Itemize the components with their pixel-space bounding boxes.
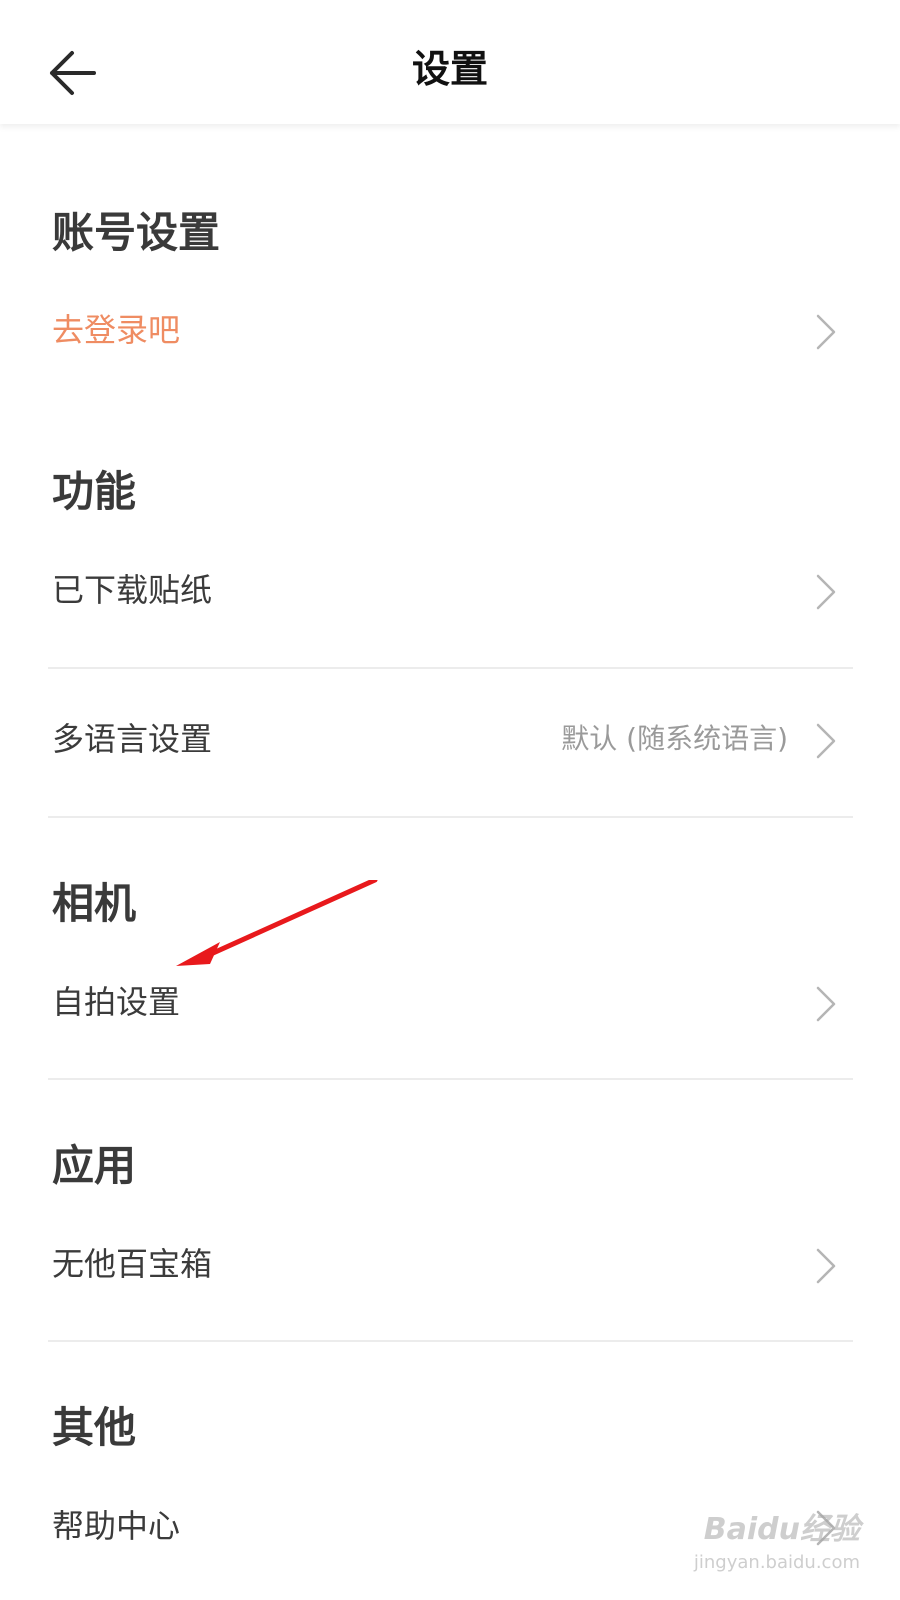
downloaded-stickers-item[interactable]: 已下载贴纸: [0, 542, 900, 646]
language-settings-value: 默认 (随系统语言): [561, 722, 788, 755]
section-title-apps: 应用: [52, 1141, 137, 1190]
toolbox-label: 无他百宝箱: [52, 1245, 213, 1283]
section-title-account: 账号设置: [52, 208, 221, 257]
selfie-settings-item[interactable]: 自拍设置: [0, 954, 900, 1058]
toolbox-item[interactable]: 无他百宝箱: [0, 1216, 900, 1320]
divider: [48, 667, 853, 669]
chevron-right-icon: [814, 312, 838, 352]
section-title-camera: 相机: [52, 879, 137, 928]
login-label: 去登录吧: [52, 311, 181, 349]
divider: [48, 1078, 853, 1080]
chevron-right-icon: [814, 1246, 838, 1286]
selfie-settings-label: 自拍设置: [52, 983, 181, 1021]
language-settings-item[interactable]: 多语言设置 默认 (随系统语言): [0, 691, 900, 795]
chevron-right-icon: [814, 572, 838, 612]
top-app-bar: 设置: [0, 0, 900, 124]
language-settings-label: 多语言设置: [52, 720, 213, 758]
section-title-features: 功能: [52, 467, 137, 516]
page-title: 设置: [411, 47, 488, 91]
chevron-right-icon: [814, 984, 838, 1024]
help-center-label: 帮助中心: [52, 1507, 181, 1545]
chevron-right-icon: [814, 1508, 838, 1548]
help-center-item[interactable]: 帮助中心: [0, 1478, 900, 1582]
downloaded-stickers-label: 已下载贴纸: [52, 571, 213, 609]
divider: [48, 816, 853, 818]
chevron-right-icon: [814, 721, 838, 761]
section-title-others: 其他: [52, 1403, 137, 1452]
login-item[interactable]: 去登录吧: [0, 282, 900, 386]
divider: [48, 1340, 853, 1342]
